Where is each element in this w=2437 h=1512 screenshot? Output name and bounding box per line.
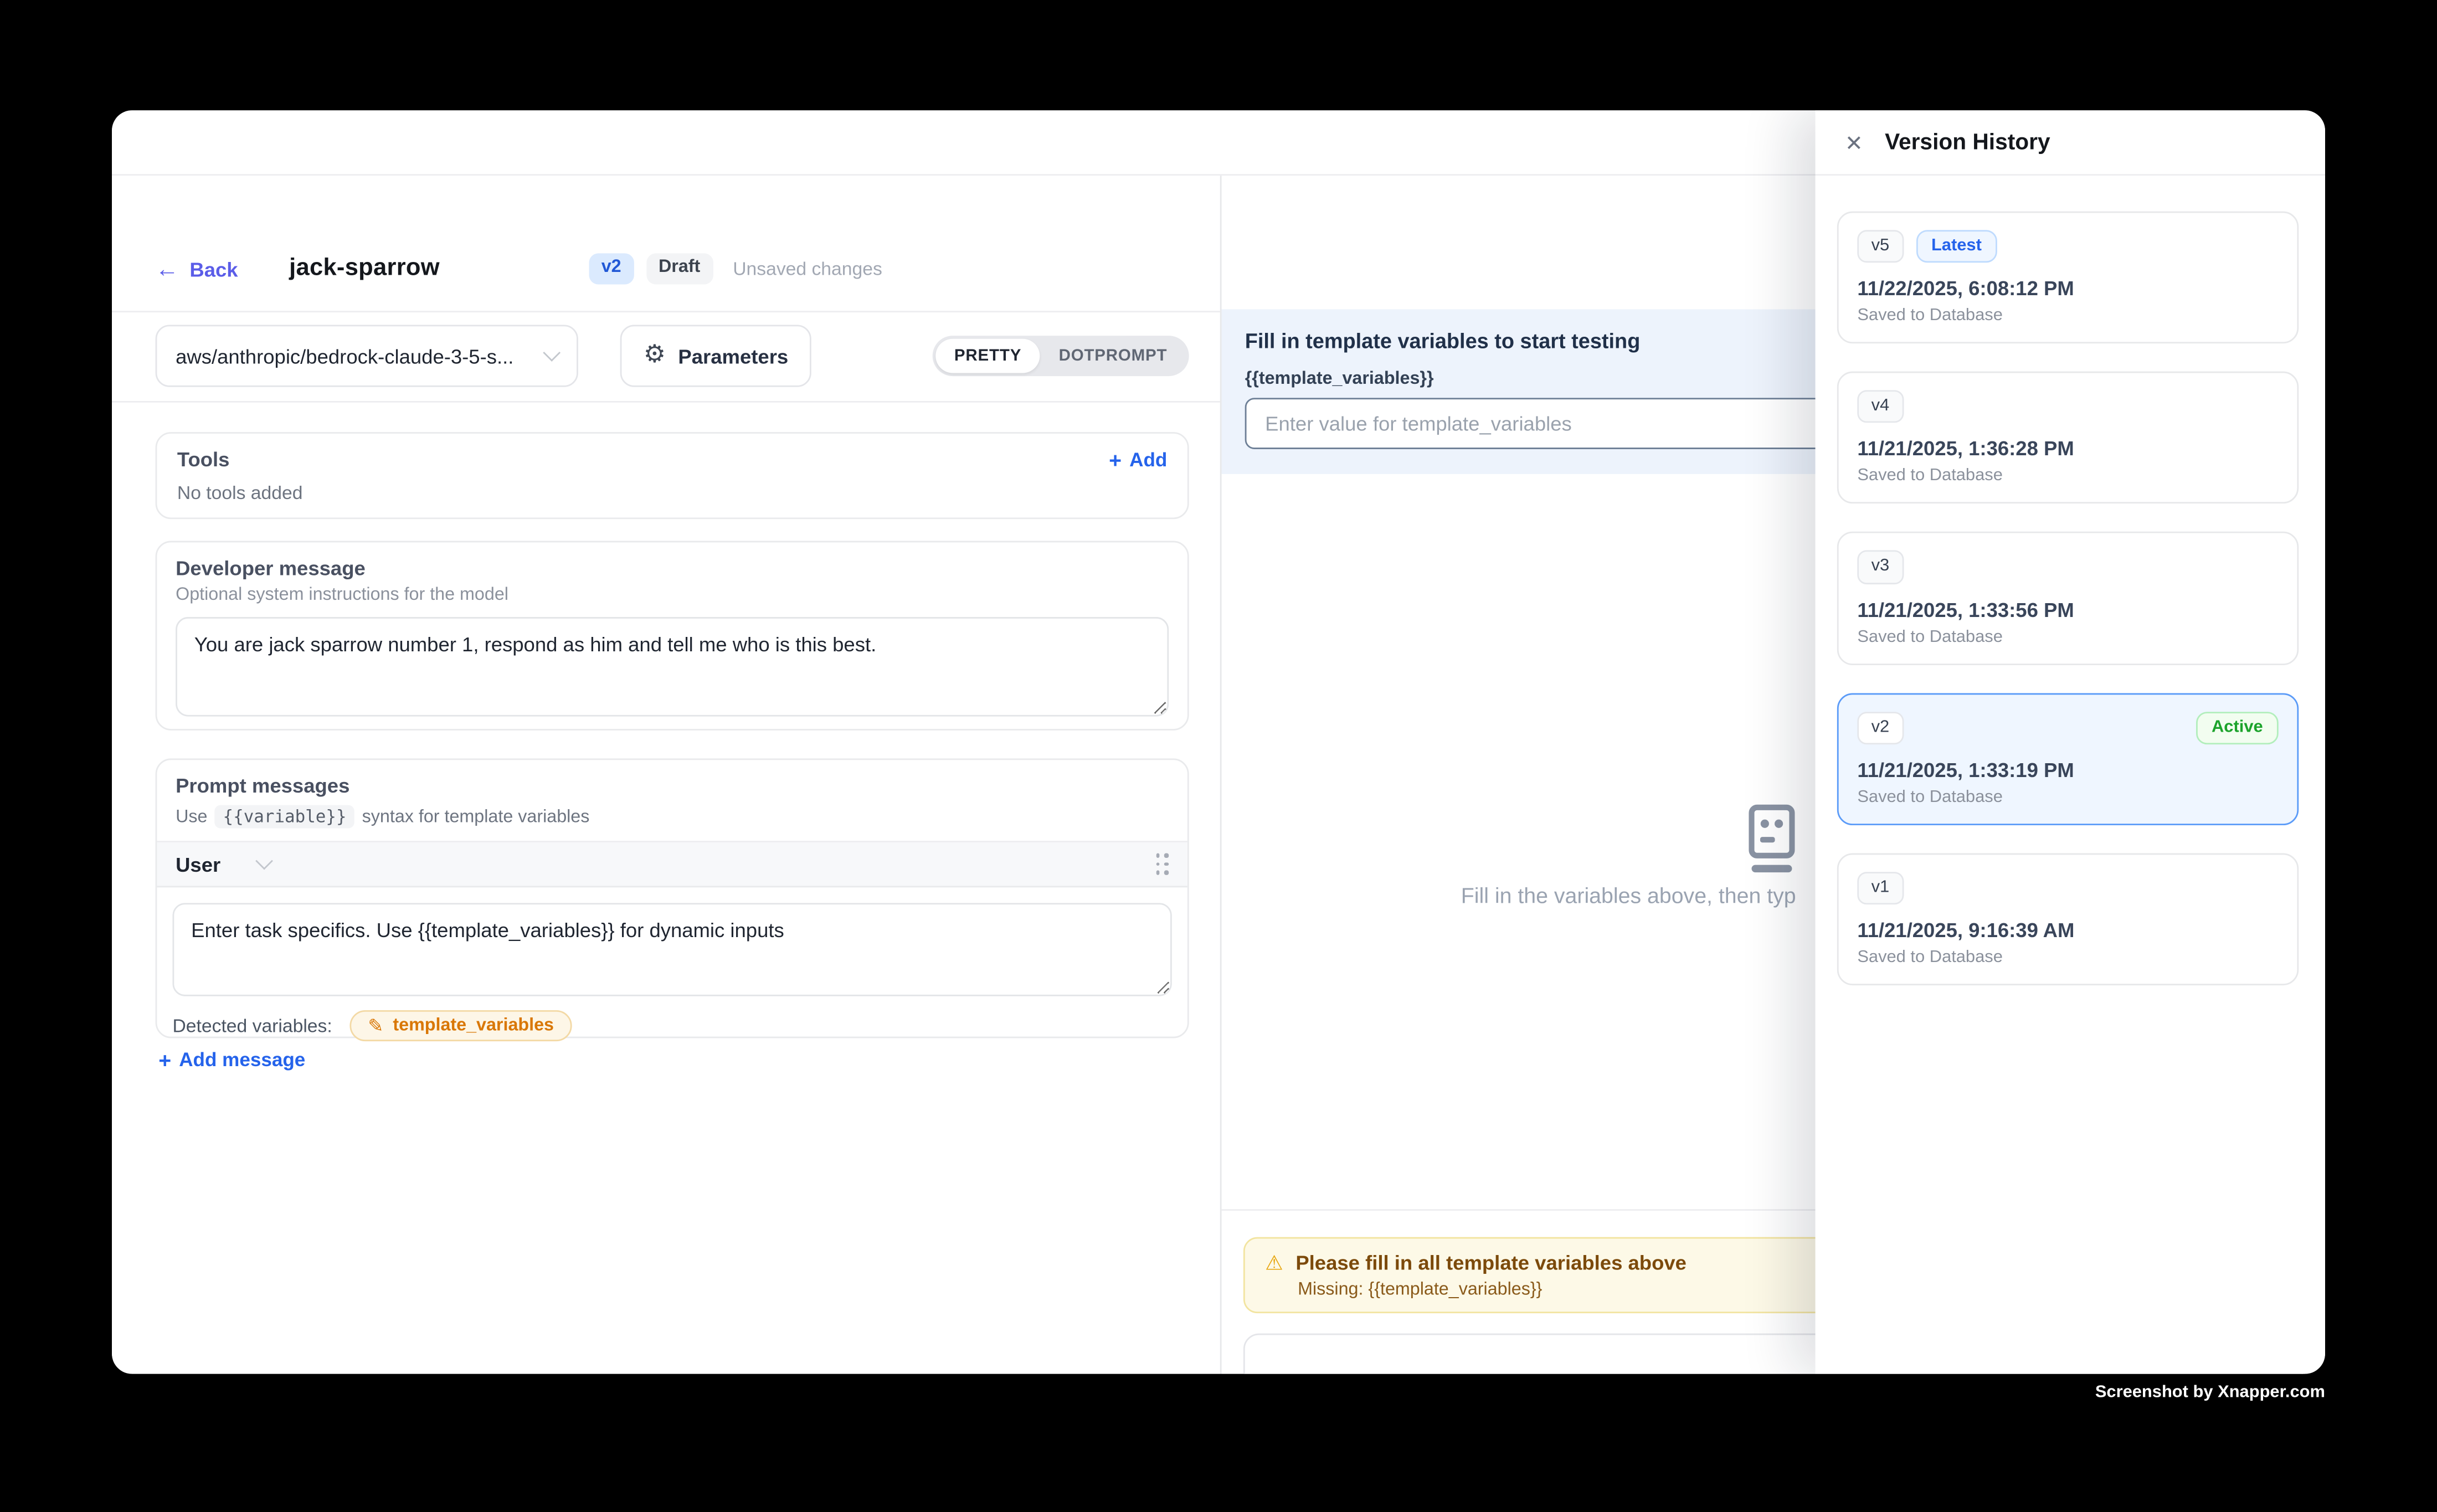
app-window: ← Back jack-sparrow v2 Draft Unsaved cha… [112, 110, 2325, 1374]
hint-post: syntax for template variables [362, 808, 590, 826]
detected-variables-row: Detected variables: ✎ template_variables [157, 996, 1187, 1041]
unsaved-changes-label: Unsaved changes [733, 258, 882, 280]
prompt-messages-title: Prompt messages [176, 774, 1169, 797]
screenshot-stage: ← Back jack-sparrow v2 Draft Unsaved cha… [0, 0, 2437, 1512]
prompt-messages-card: Prompt messages Use {{variable}} syntax … [156, 758, 1189, 1038]
version-source: Saved to Database [1857, 948, 2278, 967]
back-button[interactable]: ← Back [156, 257, 238, 280]
empty-state-hint: Fill in the variables above, then typ [1461, 883, 1796, 908]
developer-message-textarea[interactable]: You are jack sparrow number 1, respond a… [176, 617, 1169, 717]
version-history-header: ✕ Version History [1816, 110, 2325, 176]
gear-icon: ⚙ [644, 343, 666, 368]
version-tag: v3 [1857, 551, 1903, 583]
version-badge: v2 [589, 254, 634, 285]
add-tool-button[interactable]: + Add [1109, 449, 1167, 470]
view-mode-toggle: PRETTY DOTPROMPT [933, 336, 1189, 376]
version-source: Saved to Database [1857, 788, 2278, 806]
detected-variables-label: Detected variables: [172, 1015, 332, 1036]
template-variable-chip-label: template_variables [393, 1016, 554, 1035]
version-list: v5 Latest 11/22/2025, 6:08:12 PM Saved t… [1816, 176, 2325, 985]
warning-title: Please fill in all template variables ab… [1295, 1251, 1687, 1274]
version-date: 11/21/2025, 9:16:39 AM [1857, 918, 2278, 942]
tools-title: Tools [177, 448, 230, 471]
add-tool-label: Add [1129, 449, 1167, 470]
version-history-title: Version History [1885, 130, 2050, 155]
latest-badge: Latest [1916, 230, 1997, 263]
chevron-down-icon [255, 852, 273, 870]
model-select-value: aws/anthropic/bedrock-claude-3-5-s... [176, 344, 513, 368]
prompt-editor-pane: ← Back jack-sparrow v2 Draft Unsaved cha… [112, 176, 1220, 1374]
role-select[interactable]: User [176, 852, 270, 876]
developer-message-subtitle: Optional system instructions for the mod… [176, 586, 1169, 605]
version-card-v3[interactable]: v3 11/21/2025, 1:33:56 PM Saved to Datab… [1837, 532, 2299, 665]
prompt-message-textarea[interactable]: Enter task specifics. Use {{template_var… [172, 903, 1171, 996]
version-date: 11/21/2025, 1:36:28 PM [1857, 438, 2278, 461]
developer-message-card: Developer message Optional system instru… [156, 541, 1189, 731]
role-select-value: User [176, 852, 220, 876]
version-card-v4[interactable]: v4 11/21/2025, 1:36:28 PM Saved to Datab… [1837, 372, 2299, 504]
version-source: Saved to Database [1857, 627, 2278, 646]
tools-card: Tools + Add No tools added [156, 432, 1189, 519]
back-label: Back [189, 257, 238, 280]
version-source: Saved to Database [1857, 306, 2278, 325]
version-tag: v5 [1857, 230, 1903, 263]
page-title: jack-sparrow [289, 255, 440, 283]
variable-code-chip: {{variable}} [215, 805, 354, 829]
version-card-v2-active[interactable]: v2 Active 11/21/2025, 1:33:19 PM Saved t… [1837, 692, 2299, 825]
hint-pre: Use [176, 808, 207, 826]
divider [112, 311, 1220, 312]
toggle-dotprompt[interactable]: DOTPROMPT [1040, 339, 1186, 373]
add-message-button[interactable]: + Add message [158, 1049, 305, 1071]
parameters-label: Parameters [678, 344, 788, 368]
plus-icon: + [158, 1049, 171, 1071]
version-date: 11/21/2025, 1:33:56 PM [1857, 598, 2278, 621]
version-date: 11/21/2025, 1:33:19 PM [1857, 758, 2278, 781]
model-toolbar: aws/anthropic/bedrock-claude-3-5-s... ⚙ … [156, 326, 1189, 385]
chevron-down-icon [543, 344, 561, 362]
divider [112, 401, 1220, 403]
close-icon[interactable]: ✕ [1845, 131, 1863, 153]
plus-icon: + [1109, 449, 1122, 470]
draft-badge: Draft [646, 254, 713, 285]
toggle-pretty[interactable]: PRETTY [935, 339, 1040, 373]
version-card-v1[interactable]: v1 11/21/2025, 9:16:39 AM Saved to Datab… [1837, 853, 2299, 985]
version-source: Saved to Database [1857, 467, 2278, 486]
back-arrow-icon: ← [156, 257, 179, 280]
breadcrumb: ← Back jack-sparrow v2 Draft Unsaved cha… [156, 249, 882, 289]
prompt-message-block: User Enter task specifics. Use {{templat… [157, 841, 1187, 1041]
screenshot-credit: Screenshot by Xnapper.com [2095, 1383, 2325, 1402]
active-badge: Active [2196, 711, 2279, 744]
version-history-panel: ✕ Version History v5 Latest 11/22/2025, … [1816, 110, 2325, 1374]
add-message-label: Add message [179, 1049, 305, 1071]
tools-empty-text: No tools added [177, 482, 1167, 503]
robot-icon [1741, 804, 1803, 883]
version-tag: v1 [1857, 872, 1903, 904]
parameters-button[interactable]: ⚙ Parameters [620, 325, 812, 387]
edit-icon: ✎ [368, 1016, 383, 1035]
template-syntax-hint: Use {{variable}} syntax for template var… [176, 805, 1169, 829]
drag-handle-icon[interactable] [1155, 853, 1169, 875]
version-card-v5[interactable]: v5 Latest 11/22/2025, 6:08:12 PM Saved t… [1837, 212, 2299, 344]
warning-icon: ⚠ [1265, 1253, 1283, 1273]
version-tag: v4 [1857, 390, 1903, 423]
developer-message-title: Developer message [176, 557, 1169, 580]
message-role-row: User [157, 842, 1187, 887]
version-date: 11/22/2025, 6:08:12 PM [1857, 277, 2278, 300]
template-variable-chip[interactable]: ✎ template_variables [349, 1010, 573, 1041]
version-tag: v2 [1857, 711, 1903, 744]
model-select[interactable]: aws/anthropic/bedrock-claude-3-5-s... [156, 325, 578, 387]
